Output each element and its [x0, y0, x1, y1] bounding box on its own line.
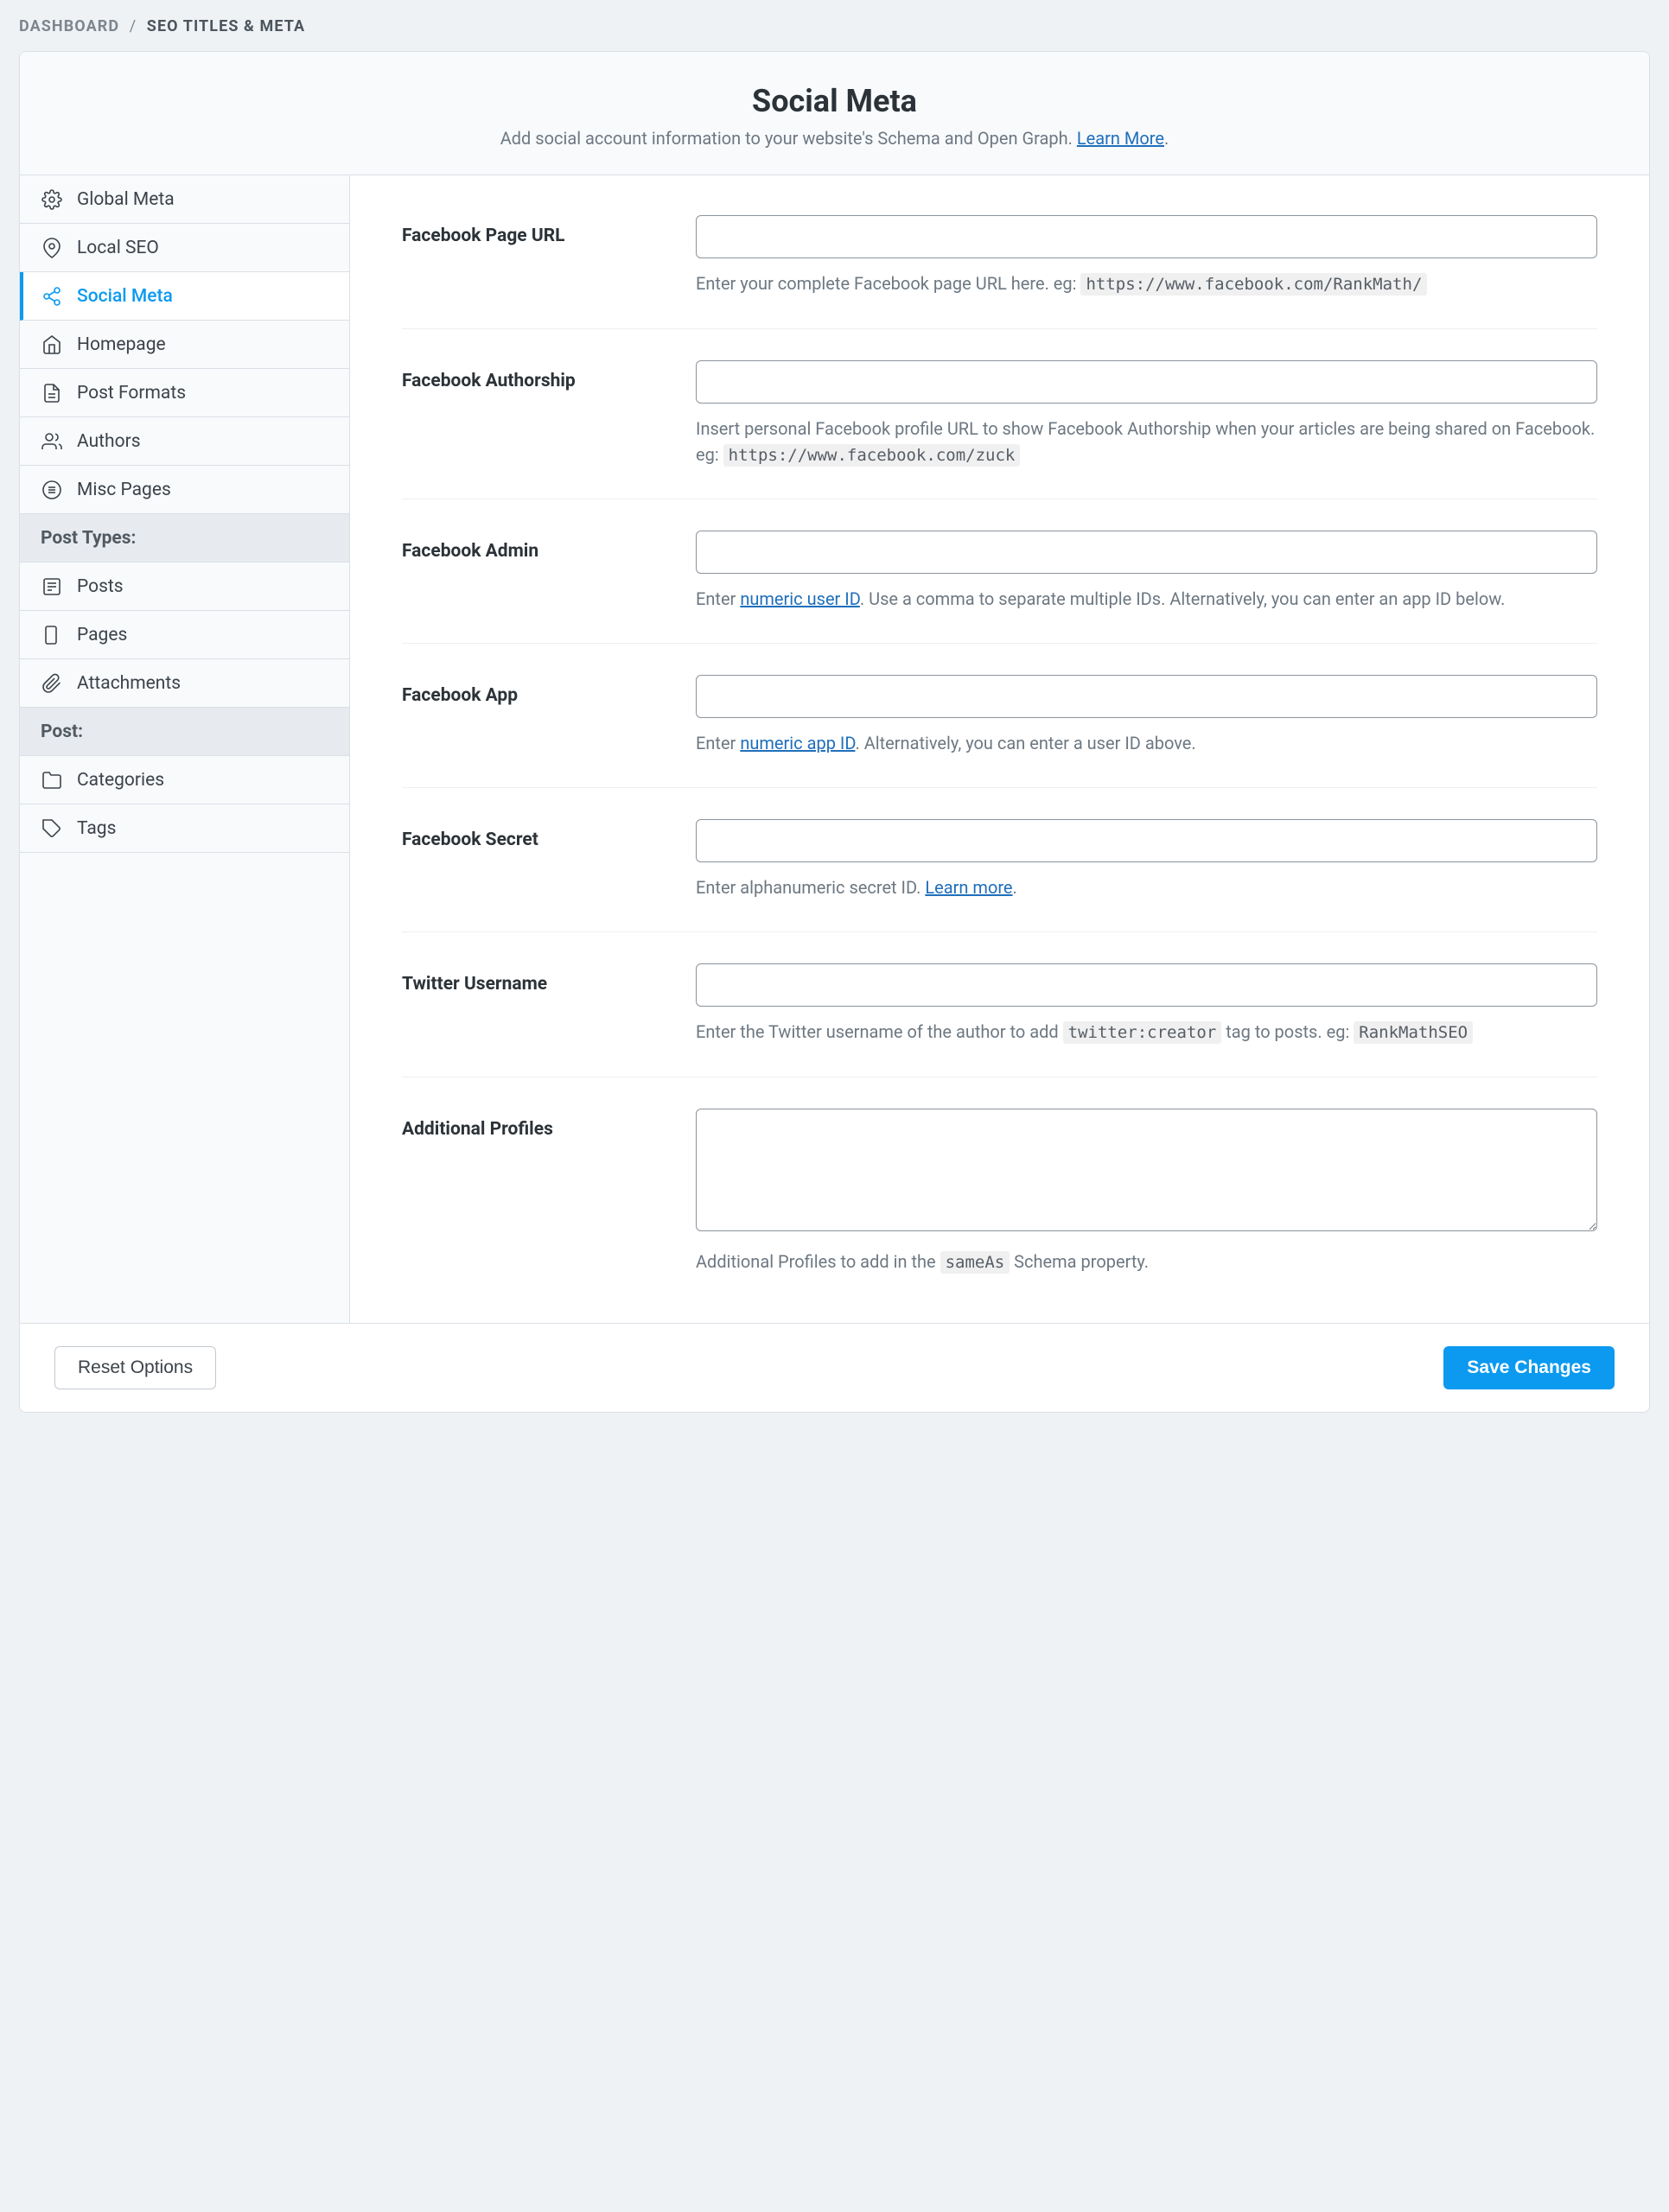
save-changes-button[interactable]: Save Changes — [1443, 1346, 1615, 1389]
field-facebook-secret: Facebook Secret Enter alphanumeric secre… — [402, 819, 1597, 932]
field-help: Enter numeric app ID. Alternatively, you… — [696, 730, 1597, 756]
home-icon — [41, 334, 63, 356]
field-label: Twitter Username — [402, 963, 696, 1046]
page-title: Social Meta — [46, 83, 1623, 119]
field-facebook-authorship: Facebook Authorship Insert personal Face… — [402, 360, 1597, 500]
facebook-app-input[interactable] — [696, 675, 1597, 718]
map-pin-icon — [41, 237, 63, 259]
panel-footer: Reset Options Save Changes — [20, 1323, 1649, 1412]
sidebar-item-categories[interactable]: Categories — [20, 756, 349, 804]
additional-profiles-input[interactable] — [696, 1109, 1597, 1231]
facebook-authorship-input[interactable] — [696, 360, 1597, 404]
field-twitter-username: Twitter Username Enter the Twitter usern… — [402, 963, 1597, 1077]
field-help: Enter alphanumeric secret ID. Learn more… — [696, 874, 1597, 900]
field-label: Additional Profiles — [402, 1109, 696, 1275]
sidebar-item-tags[interactable]: Tags — [20, 804, 349, 853]
numeric-app-id-link[interactable]: numeric app ID — [740, 733, 855, 753]
twitter-username-input[interactable] — [696, 963, 1597, 1007]
sidebar-item-label: Tags — [77, 818, 116, 839]
sidebar-item-label: Authors — [77, 431, 141, 452]
gear-icon — [41, 188, 63, 211]
field-help: Additional Profiles to add in the sameAs… — [696, 1249, 1597, 1275]
field-facebook-app: Facebook App Enter numeric app ID. Alter… — [402, 675, 1597, 788]
settings-content: Facebook Page URL Enter your complete Fa… — [350, 175, 1649, 1323]
facebook-admin-input[interactable] — [696, 531, 1597, 574]
post-icon — [41, 575, 63, 598]
sidebar-item-label: Homepage — [77, 334, 166, 355]
sidebar-item-label: Social Meta — [77, 286, 173, 307]
field-label: Facebook App — [402, 675, 696, 756]
field-help: Enter your complete Facebook page URL he… — [696, 270, 1597, 297]
sidebar-item-label: Posts — [77, 576, 124, 597]
sidebar-item-homepage[interactable]: Homepage — [20, 321, 349, 369]
sidebar-item-label: Global Meta — [77, 189, 175, 210]
sidebar-item-label: Pages — [77, 625, 127, 645]
field-help: Enter numeric user ID. Use a comma to se… — [696, 586, 1597, 612]
share-icon — [41, 285, 63, 308]
sidebar-item-label: Attachments — [77, 673, 181, 694]
field-help: Enter the Twitter username of the author… — [696, 1019, 1597, 1046]
page-subtitle: Add social account information to your w… — [46, 128, 1623, 149]
sidebar-item-posts[interactable]: Posts — [20, 563, 349, 611]
field-label: Facebook Admin — [402, 531, 696, 612]
sidebar-section-post-types: Post Types: — [20, 514, 349, 563]
field-additional-profiles: Additional Profiles Additional Profiles … — [402, 1109, 1597, 1306]
users-icon — [41, 430, 63, 453]
sidebar-item-label: Post Formats — [77, 383, 186, 404]
sidebar-section-post: Post: — [20, 708, 349, 756]
breadcrumb-root[interactable]: DASHBOARD — [19, 17, 119, 35]
sidebar-item-local-seo[interactable]: Local SEO — [20, 224, 349, 272]
sidebar-item-attachments[interactable]: Attachments — [20, 659, 349, 708]
fb-secret-learn-more-link[interactable]: Learn more — [925, 877, 1012, 898]
field-label: Facebook Page URL — [402, 215, 696, 297]
field-facebook-page-url: Facebook Page URL Enter your complete Fa… — [402, 215, 1597, 329]
folder-icon — [41, 769, 63, 791]
facebook-secret-input[interactable] — [696, 819, 1597, 862]
breadcrumb-separator: / — [130, 17, 137, 35]
field-help: Insert personal Facebook profile URL to … — [696, 416, 1597, 468]
list-icon — [41, 479, 63, 501]
paperclip-icon — [41, 672, 63, 695]
breadcrumb: DASHBOARD / SEO TITLES & META — [19, 17, 1650, 35]
sidebar-item-label: Local SEO — [77, 238, 159, 258]
document-icon — [41, 382, 63, 404]
sidebar-item-misc-pages[interactable]: Misc Pages — [20, 466, 349, 514]
field-label: Facebook Authorship — [402, 360, 696, 468]
sidebar-item-post-formats[interactable]: Post Formats — [20, 369, 349, 417]
sidebar-item-label: Misc Pages — [77, 480, 171, 500]
sidebar-item-global-meta[interactable]: Global Meta — [20, 175, 349, 224]
field-label: Facebook Secret — [402, 819, 696, 900]
settings-sidebar: Global Meta Local SEO Social Meta — [20, 175, 350, 1323]
numeric-user-id-link[interactable]: numeric user ID — [740, 588, 860, 609]
sidebar-item-label: Categories — [77, 770, 164, 791]
sidebar-item-authors[interactable]: Authors — [20, 417, 349, 466]
page-icon — [41, 624, 63, 646]
facebook-page-url-input[interactable] — [696, 215, 1597, 258]
sidebar-item-social-meta[interactable]: Social Meta — [20, 272, 349, 321]
breadcrumb-current: SEO TITLES & META — [147, 17, 305, 35]
settings-panel: Social Meta Add social account informati… — [19, 51, 1650, 1413]
learn-more-link[interactable]: Learn More — [1077, 128, 1164, 149]
field-facebook-admin: Facebook Admin Enter numeric user ID. Us… — [402, 531, 1597, 644]
reset-options-button[interactable]: Reset Options — [54, 1346, 216, 1389]
sidebar-item-pages[interactable]: Pages — [20, 611, 349, 659]
tag-icon — [41, 817, 63, 840]
panel-header: Social Meta Add social account informati… — [20, 52, 1649, 175]
